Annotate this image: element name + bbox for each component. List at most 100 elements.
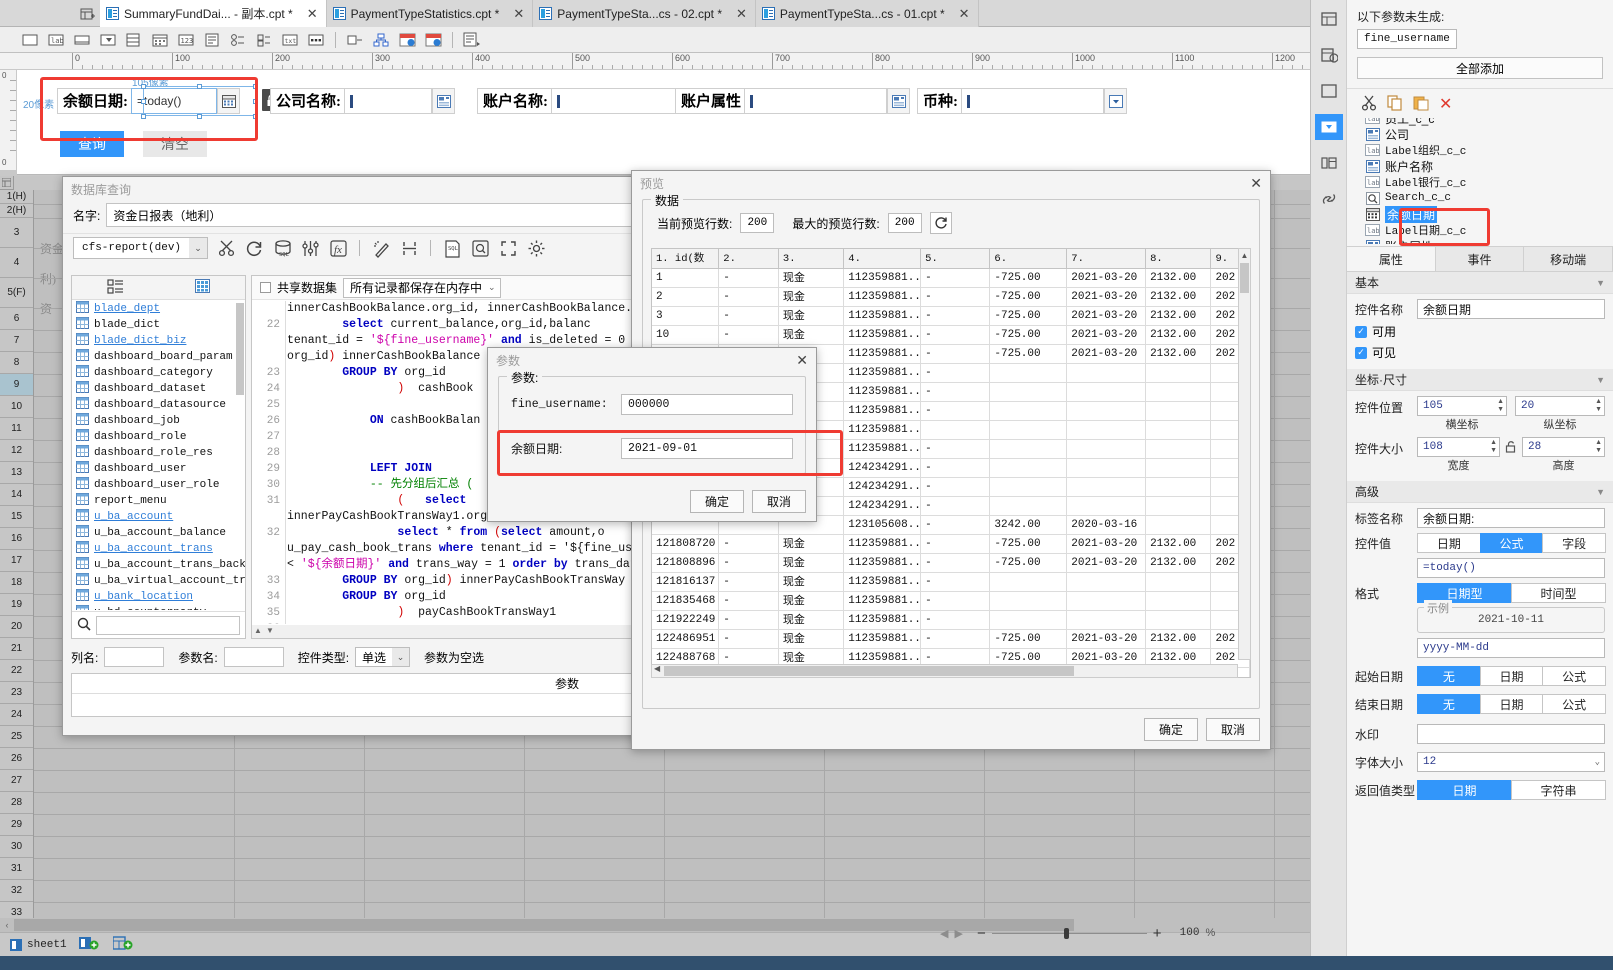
field-account-attr[interactable]: 账户属性 [675, 88, 911, 114]
tree-node-6[interactable]: 余额日期 [1365, 205, 1613, 223]
clear-button[interactable]: 清空 [143, 131, 207, 157]
row-header-4[interactable]: 4 [0, 248, 33, 278]
table-search-input[interactable] [96, 615, 240, 635]
page-next-icon[interactable]: ▶ [954, 927, 962, 940]
fullscreen-icon[interactable] [498, 238, 518, 258]
scroll-down-arrow-icon[interactable]: ▼ [266, 626, 274, 635]
row-header-13[interactable]: 13 [0, 462, 33, 484]
preview-table-row[interactable]: 122486951...-现金112359881...--725.002021-… [652, 630, 1250, 649]
ungenerated-param-value[interactable]: fine_username [1357, 29, 1457, 49]
combo-icon[interactable] [887, 88, 911, 114]
scrollbar-thumb[interactable] [664, 666, 1074, 676]
preview-icon[interactable] [470, 238, 490, 258]
preview-table-row[interactable]: 1- 现金 112359881... - -725.00 2021-03-20 2132.0… [652, 269, 1250, 288]
search-icon[interactable] [77, 617, 91, 634]
seg-start-option-0[interactable]: 无 [1417, 666, 1481, 686]
preview-column-header[interactable]: 8. recAmo... [1146, 249, 1212, 268]
row-header-1(H)[interactable]: 1(H) [0, 190, 33, 204]
table-list[interactable]: blade_dept blade_dict blade_dict_biz dashbo… [72, 301, 245, 610]
table-list-item[interactable]: dashboard_category [72, 365, 245, 381]
seg-return-option-1[interactable]: 字符串 [1511, 780, 1606, 800]
field-input-company-name[interactable] [344, 88, 432, 114]
table-list-item[interactable]: u_ba_virtual_account_trar [72, 573, 245, 589]
row-header-14[interactable]: 14 [0, 484, 33, 506]
close-icon[interactable]: ✕ [307, 7, 318, 20]
row-header-3[interactable]: 3 [0, 218, 33, 248]
cut-icon[interactable] [1361, 95, 1377, 114]
file-tab-2[interactable]: PaymentTypeSta...cs - 02.cpt * ✕ [533, 0, 756, 27]
filter-settings-icon[interactable] [300, 238, 320, 258]
add-all-button[interactable]: 全部添加 [1357, 57, 1603, 79]
visible-checkbox[interactable]: ✓ [1355, 346, 1367, 359]
scroll-left-button[interactable]: ‹ [1, 919, 13, 931]
scrollbar-thumb[interactable] [14, 919, 1074, 931]
row-header-31[interactable]: 31 [0, 858, 33, 880]
seg-end-option-0[interactable]: 无 [1417, 694, 1481, 714]
chevron-down-icon[interactable]: ▼ [1596, 487, 1605, 497]
widget-value-segments[interactable]: 日期 公式 字段 [1417, 533, 1607, 553]
table-list-item[interactable]: report_menu [72, 493, 245, 509]
table-list-item[interactable]: blade_dept [72, 301, 245, 317]
row-header-30[interactable]: 30 [0, 836, 33, 858]
datasource-select[interactable]: cfs-report(dev) ⌄ [73, 237, 209, 259]
database-icon[interactable]: SQL [272, 238, 292, 258]
row-header-12[interactable]: 12 [0, 440, 33, 462]
formula-input[interactable]: =today() [1417, 558, 1605, 578]
preview-grid-header[interactable]: 1. id(数字)2. Accoun...3. Accoun...4. org_… [652, 249, 1250, 269]
row-header-16[interactable]: 16 [0, 528, 33, 550]
date-picker-icon[interactable] [217, 88, 240, 114]
preview-dialog-buttons[interactable]: 确定 取消 [1144, 718, 1260, 741]
file-tab-3[interactable]: PaymentTypeSta...cs - 01.cpt * ✕ [755, 0, 979, 27]
position-y-stepper[interactable]: 20 ▲ ▼ [1515, 396, 1605, 416]
combobox-widget-icon[interactable] [98, 30, 118, 50]
file-tab-1[interactable]: PaymentTypeStatistics.cpt * ✕ [326, 0, 534, 27]
row-header-10[interactable]: 10 [0, 396, 33, 418]
refresh-icon[interactable] [929, 212, 952, 234]
row-font-size[interactable]: 字体大小 12 ⌄ [1347, 744, 1613, 772]
selection-handle[interactable] [141, 114, 146, 119]
sheet-tab-sheet1[interactable]: sheet1 [10, 938, 67, 951]
properties-tab-1[interactable]: 事件 [1436, 247, 1525, 271]
paste-icon[interactable] [1413, 95, 1429, 114]
form-design-canvas[interactable]: 105像素 20像素 余额日期: =today() 公司名称: 账户名称: 账户… [17, 70, 1310, 175]
refresh-icon[interactable] [244, 238, 264, 258]
combo-icon[interactable] [432, 88, 455, 114]
tree-node-1[interactable]: 公司 [1365, 126, 1613, 142]
row-header-22[interactable]: 22 [0, 660, 33, 682]
selection-handle[interactable] [141, 99, 146, 104]
add-form-button[interactable] [111, 936, 135, 953]
widget-name-input[interactable]: 余额日期 [1417, 299, 1605, 319]
row-header-26[interactable]: 26 [0, 748, 33, 770]
row-formula[interactable]: =today() [1347, 553, 1613, 578]
row-format[interactable]: 格式 日期型 时间型 [1347, 578, 1613, 603]
widget-tree[interactable]: lab 员工_c_c 公司 lab Label组织_c_c 账户名称 lab Label银行_… [1347, 118, 1613, 244]
preview-table-row[interactable]: 3- 现金 112359881... - -725.00 2021-03-20 2132.0… [652, 307, 1250, 326]
row-widget-position[interactable]: 控件位置 105 ▲ ▼ 横坐标 20 ▲ ▼ 纵坐标 [1347, 391, 1613, 432]
table-list-header[interactable] [72, 276, 245, 300]
row-header-32[interactable]: 32 [0, 880, 33, 902]
tree-node-3[interactable]: 账户名称 [1365, 158, 1613, 174]
current-rows-input[interactable]: 200 [740, 213, 775, 233]
preview-column-header[interactable]: 5. bankNa... [921, 249, 991, 268]
seg-end-option-2[interactable]: 公式 [1542, 694, 1607, 714]
row-widget-value[interactable]: 控件值 日期 公式 字段 [1347, 528, 1613, 553]
selection-handle[interactable] [197, 114, 202, 119]
close-icon[interactable]: ✕ [736, 7, 747, 20]
watermark-input[interactable] [1417, 724, 1605, 744]
checkbox-group-icon[interactable] [254, 30, 274, 50]
scroll-up-arrow-icon[interactable]: ▲ [1239, 249, 1250, 261]
end-date-segments[interactable]: 无日期 公式 [1417, 694, 1607, 714]
seg-return-option-0[interactable]: 日期 [1417, 780, 1512, 800]
preview-column-header[interactable]: 4. org_id... [844, 249, 922, 268]
table-list-item[interactable]: dashboard_user_role [72, 477, 245, 493]
field-company-name[interactable]: 公司名称: [270, 88, 455, 114]
section-basic-header[interactable]: 基本 ▼ [1347, 272, 1613, 294]
scrollbar-thumb[interactable] [1240, 263, 1249, 293]
define-datasource-icon[interactable] [216, 238, 236, 258]
row-header-28[interactable]: 28 [0, 792, 33, 814]
chevron-down-icon[interactable]: ⌄ [1595, 757, 1600, 767]
properties-panel[interactable]: 以下参数未生成: fine_username 全部添加 ✕ lab 员工_c_c 公… [1346, 0, 1613, 956]
seg-value-option-0[interactable]: 日期 [1417, 533, 1481, 553]
preview-ok-button[interactable]: 确定 [1144, 718, 1198, 741]
seg-end-option-1[interactable]: 日期 [1479, 694, 1544, 714]
